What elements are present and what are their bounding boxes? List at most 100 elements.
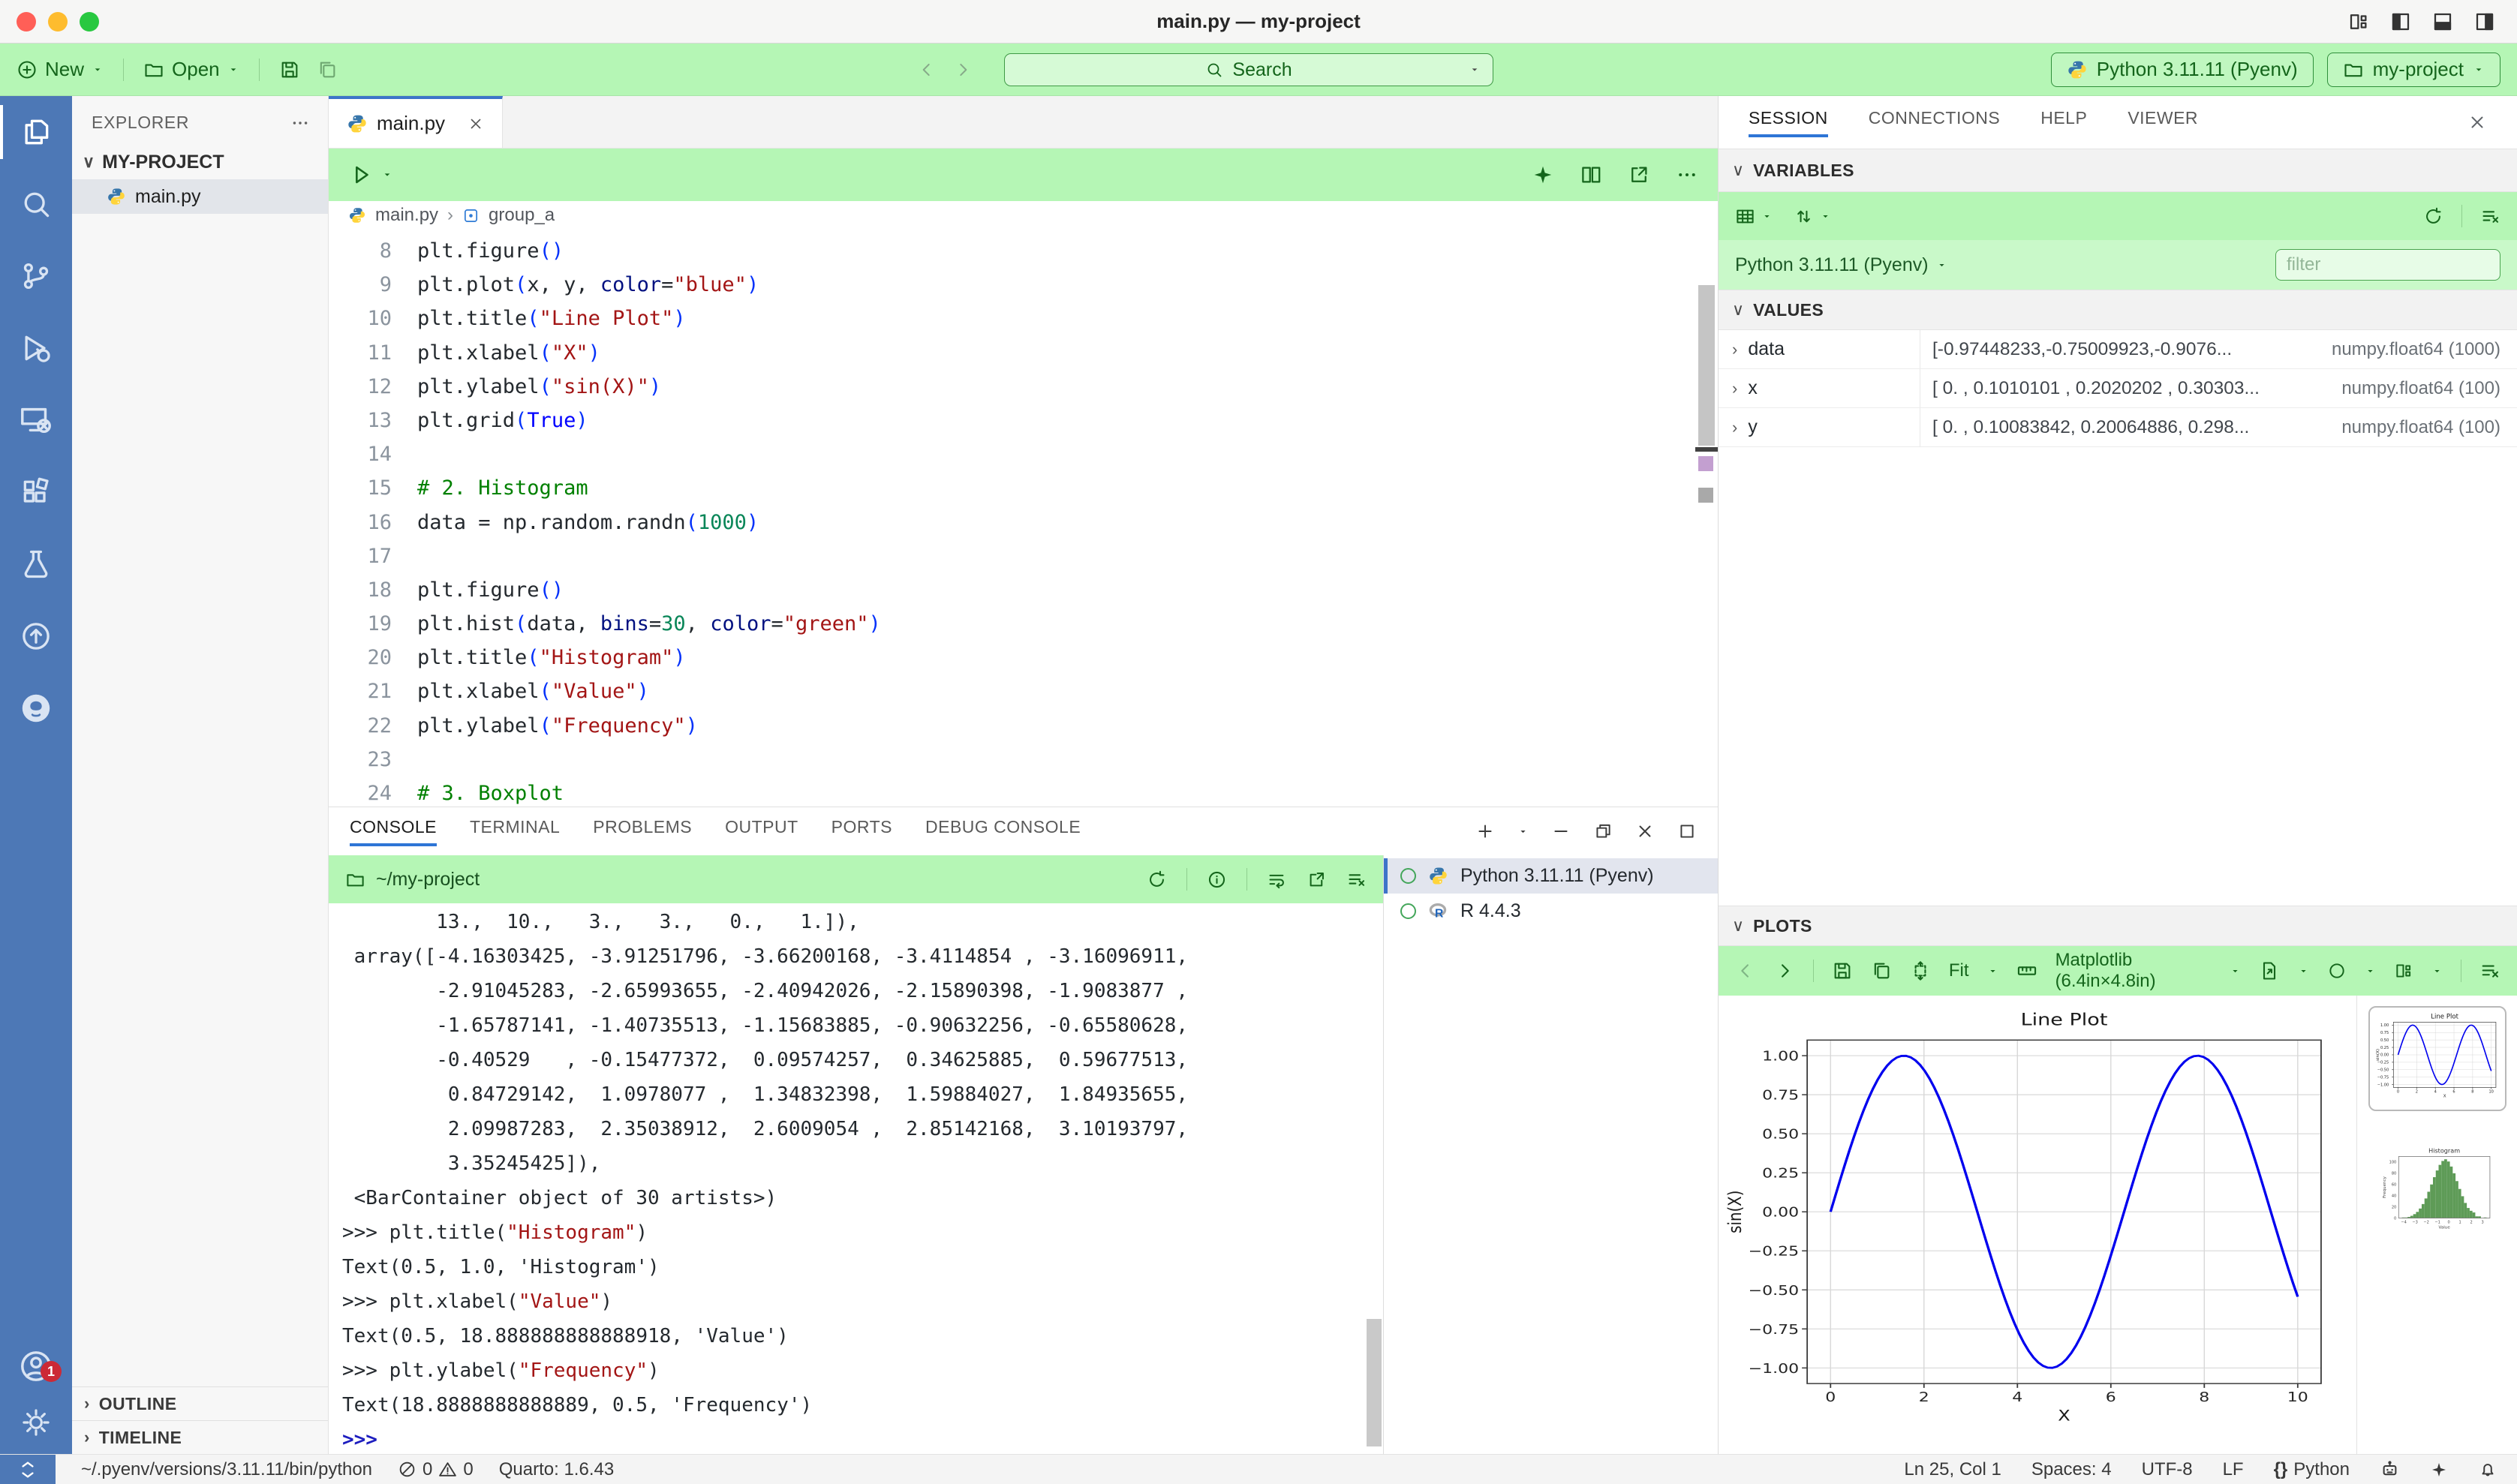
restart-console-icon[interactable] [1147, 870, 1167, 890]
navigate-back-icon[interactable] [917, 60, 937, 80]
outline-section[interactable]: › OUTLINE [72, 1386, 328, 1420]
chevron-right-icon[interactable]: › [1732, 418, 1737, 437]
sparkle-icon[interactable] [1532, 164, 1554, 186]
open-in-new-window-icon[interactable] [1628, 164, 1650, 186]
sidebar-item-remote-explorer[interactable] [0, 384, 72, 456]
info-icon[interactable] [1207, 870, 1227, 890]
project-selector-button[interactable]: my-project [2327, 53, 2500, 87]
chevron-down-icon[interactable] [381, 169, 393, 181]
plot-thumbnail-histogram[interactable]: 020406080100−4−3−2−10123HistogramValueFr… [2380, 1146, 2494, 1235]
sidebar-item-explorer[interactable] [0, 96, 72, 168]
filter-input[interactable] [2275, 249, 2500, 281]
word-wrap-icon[interactable] [1267, 870, 1287, 890]
global-search-input[interactable]: Search [1004, 53, 1493, 86]
panel-tab-problems[interactable]: PROBLEMS [593, 817, 692, 846]
plot-size-selector-button[interactable]: Matplotlib (6.4in×4.8in) [2016, 950, 2241, 992]
settings-button[interactable] [0, 1398, 72, 1446]
new-console-icon[interactable] [1475, 822, 1495, 841]
toggle-left-panel-icon[interactable] [2389, 11, 2412, 33]
split-editor-icon[interactable] [1580, 164, 1602, 186]
sidebar-item-search[interactable] [0, 168, 72, 240]
right-tab-viewer[interactable]: VIEWER [2128, 108, 2198, 137]
console-scrollbar[interactable] [1367, 1319, 1382, 1446]
clear-variables-icon[interactable] [2480, 206, 2500, 227]
panel-tab-terminal[interactable]: TERMINAL [470, 817, 560, 846]
variable-row-data[interactable]: ›data[-0.97448233,-0.75009923,-0.9076...… [1719, 330, 2517, 369]
navigate-forward-icon[interactable] [953, 60, 973, 80]
copilot-status[interactable] [2380, 1459, 2400, 1479]
group-variables-button[interactable] [1735, 206, 1773, 227]
right-tab-connections[interactable]: CONNECTIONS [1869, 108, 2000, 137]
run-file-button[interactable] [348, 162, 374, 188]
indentation-setting[interactable]: Spaces: 4 [2031, 1459, 2112, 1480]
save-icon[interactable] [279, 59, 300, 80]
cursor-position[interactable]: Ln 25, Col 1 [1904, 1459, 2001, 1480]
session-row-python[interactable]: Python 3.11.11 (Pyenv) [1384, 858, 1718, 894]
folder-root-row[interactable]: ∨ MY-PROJECT [72, 145, 328, 179]
open-button[interactable]: Open [143, 58, 239, 81]
breadcrumb[interactable]: main.py › group_a [329, 201, 1718, 230]
plots-layout-button[interactable] [2394, 961, 2443, 981]
toggle-bottom-panel-icon[interactable] [2431, 11, 2454, 33]
language-mode[interactable]: {} Python [2274, 1459, 2350, 1480]
panel-tab-ports[interactable]: PORTS [831, 817, 892, 846]
code-editor[interactable]: 8plt.figure()9plt.plot(x, y, color="blue… [329, 230, 1718, 807]
sidebar-item-source-control[interactable] [0, 240, 72, 312]
save-all-icon[interactable] [317, 59, 338, 80]
sidebar-item-github[interactable] [0, 672, 72, 744]
next-plot-icon[interactable] [1774, 960, 1795, 981]
sizing-policy-button[interactable] [2327, 961, 2376, 981]
export-plot-button[interactable] [2259, 960, 2309, 981]
sidebar-item-extensions[interactable] [0, 456, 72, 528]
plot-thumbnail-line[interactable]: 0246810−1.00−0.75−0.50−0.250.000.250.500… [2368, 1006, 2506, 1111]
eol-setting[interactable]: LF [2223, 1459, 2244, 1480]
right-tab-session[interactable]: SESSION [1749, 108, 1828, 137]
remote-indicator[interactable] [0, 1455, 56, 1484]
tab-main-py[interactable]: main.py [329, 96, 503, 148]
more-actions-icon[interactable] [290, 113, 310, 133]
previous-plot-icon[interactable] [1735, 960, 1756, 981]
notifications-button[interactable] [2478, 1460, 2497, 1479]
move-to-editor-icon[interactable] [1307, 870, 1327, 890]
encoding-setting[interactable]: UTF-8 [2142, 1459, 2193, 1480]
close-panel-icon[interactable] [1635, 822, 1655, 841]
variables-session-selector[interactable]: Python 3.11.11 (Pyenv) [1735, 254, 1947, 276]
accounts-button[interactable]: 1 [0, 1340, 72, 1392]
panel-tab-output[interactable]: OUTPUT [725, 817, 798, 846]
restore-panel-icon[interactable] [1593, 822, 1613, 841]
sidebar-item-run-debug[interactable] [0, 312, 72, 384]
sort-variables-button[interactable] [1794, 206, 1831, 227]
interpreter-path[interactable]: ~/.pyenv/versions/3.11.11/bin/python [81, 1459, 372, 1480]
editor-scrollbar[interactable] [1698, 285, 1715, 446]
save-plot-icon[interactable] [1832, 960, 1853, 981]
chevron-right-icon[interactable]: › [1732, 379, 1737, 398]
panel-tab-debug-console[interactable]: DEBUG CONSOLE [925, 817, 1081, 846]
session-row-r[interactable]: R 4.4.3 [1384, 894, 1718, 929]
interpreter-selector-button[interactable]: Python 3.11.11 (Pyenv) [2051, 53, 2314, 87]
customize-layout-icon[interactable] [2347, 11, 2370, 33]
minimize-panel-icon[interactable] [1551, 822, 1571, 841]
console-output[interactable]: 13., 10., 3., 3., 0., 1.]), array([-4.16… [329, 903, 1383, 1454]
variables-section-header[interactable]: ∨ VARIABLES [1719, 149, 2517, 192]
variable-row-x[interactable]: ›x[ 0. , 0.1010101 , 0.2020202 , 0.30303… [1719, 369, 2517, 408]
new-button[interactable]: New [17, 58, 104, 81]
quarto-version[interactable]: Quarto: 1.6.43 [499, 1459, 614, 1480]
problems-summary[interactable]: 0 0 [398, 1459, 474, 1480]
clear-plots-icon[interactable] [2479, 960, 2500, 981]
copy-plot-icon[interactable] [1871, 960, 1892, 981]
sidebar-item-testing[interactable] [0, 528, 72, 600]
more-actions-icon[interactable] [1676, 164, 1698, 186]
chevron-right-icon[interactable]: › [1732, 340, 1737, 359]
maximize-panel-icon[interactable] [1677, 822, 1697, 841]
close-icon[interactable] [468, 116, 484, 132]
breadcrumb-file[interactable]: main.py [375, 205, 438, 226]
sidebar-item-publish[interactable] [0, 600, 72, 672]
plots-section-header[interactable]: ∨ PLOTS [1719, 906, 2517, 946]
clear-console-icon[interactable] [1346, 870, 1367, 890]
variable-row-y[interactable]: ›y[ 0. , 0.10083842, 0.20064886, 0.298..… [1719, 408, 2517, 447]
timeline-section[interactable]: › TIMELINE [72, 1420, 328, 1454]
breadcrumb-symbol[interactable]: group_a [489, 205, 555, 226]
sparkle-status[interactable] [2430, 1461, 2448, 1479]
refresh-variables-icon[interactable] [2423, 206, 2443, 227]
values-section-header[interactable]: ∨ VALUES [1719, 290, 2517, 330]
